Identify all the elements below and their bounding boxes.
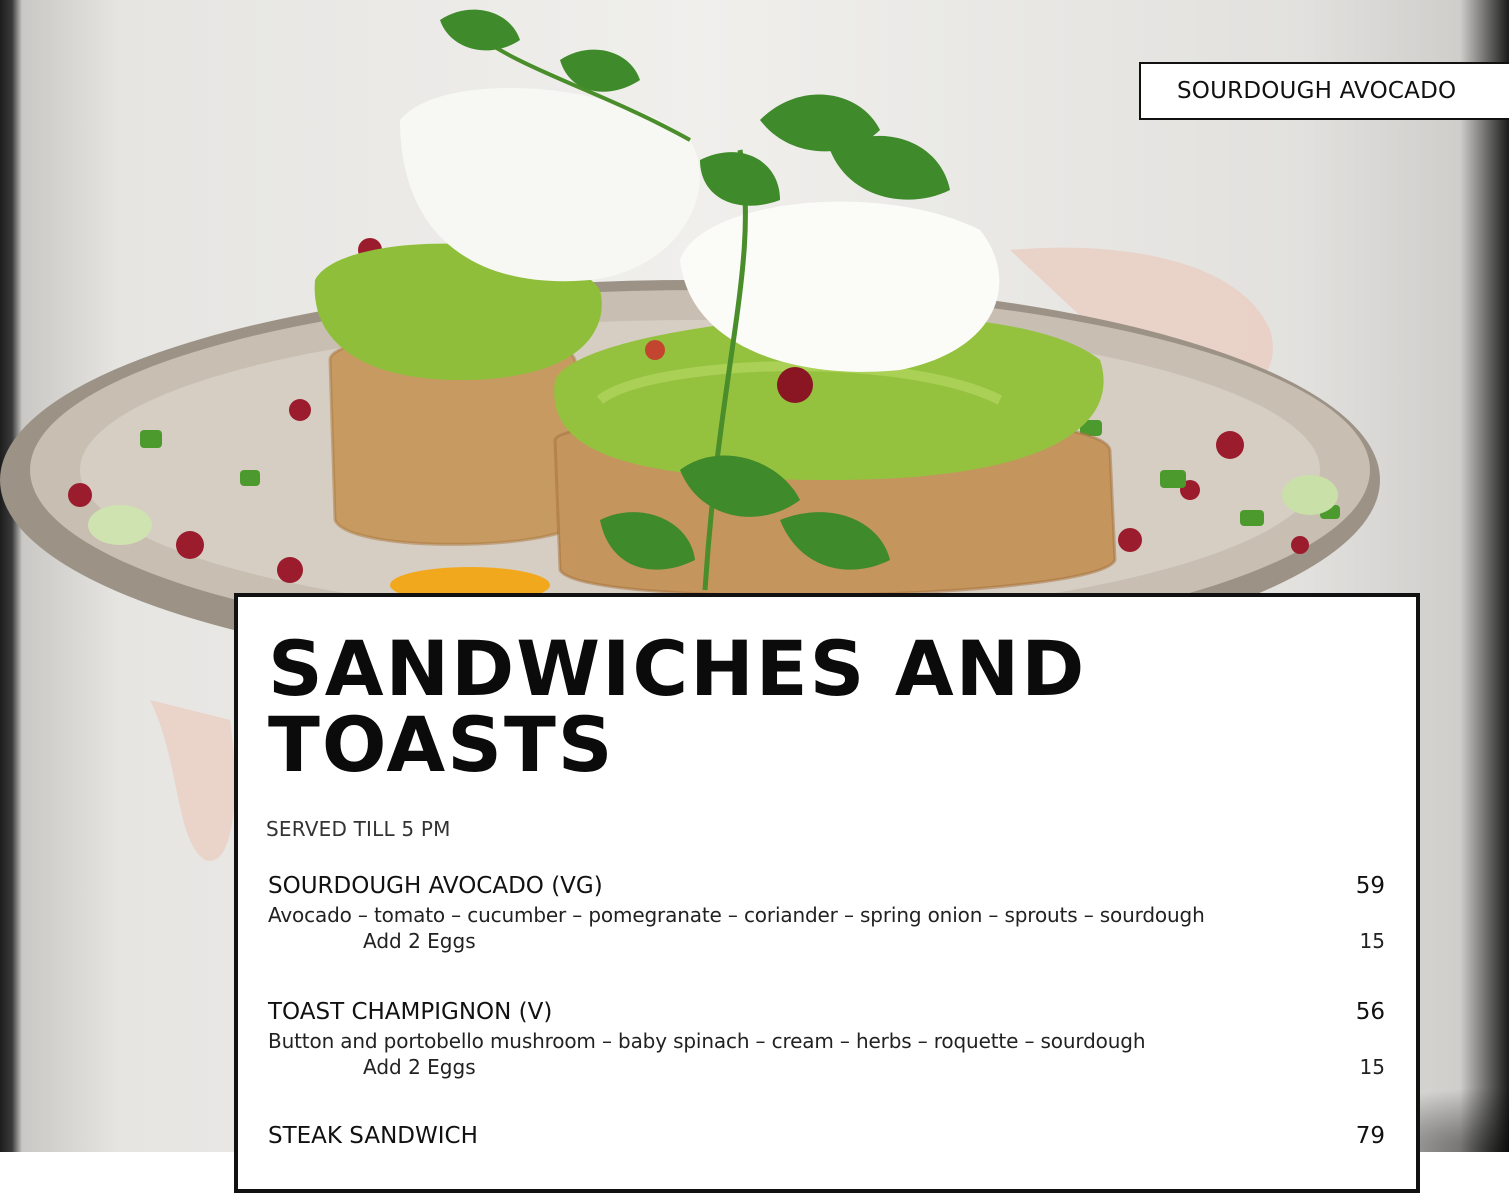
menu-item: SOURDOUGH AVOCADO (VG) 59 Avocado – toma… bbox=[268, 873, 1385, 953]
menu-item-price: 56 bbox=[1355, 999, 1385, 1025]
menu-item-name: TOAST CHAMPIGNON (V) bbox=[268, 999, 553, 1025]
menu-item-name: SOURDOUGH AVOCADO (VG) bbox=[268, 873, 603, 899]
addon-name: Add 2 Eggs bbox=[363, 929, 476, 953]
addon-price: 15 bbox=[1359, 929, 1385, 953]
menu-item-description: Avocado – tomato – cucumber – pomegranat… bbox=[268, 903, 1205, 927]
menu-item-price: 59 bbox=[1355, 873, 1385, 899]
addon-name: Add 2 Eggs bbox=[363, 1055, 476, 1079]
section-title-line2: TOASTS bbox=[268, 700, 615, 789]
serving-hours: SERVED TILL 5 PM bbox=[266, 817, 451, 841]
addon-price: 15 bbox=[1359, 1055, 1385, 1079]
menu-item-description: Button and portobello mushroom – baby sp… bbox=[268, 1029, 1146, 1053]
menu-item-name: STEAK SANDWICH bbox=[268, 1123, 478, 1149]
dish-name-tag: SOURDOUGH AVOCADO bbox=[1139, 62, 1509, 120]
section-title: SANDWICHES AND TOASTS bbox=[268, 631, 1268, 783]
menu-item-price: 79 bbox=[1355, 1123, 1385, 1149]
menu-card: SANDWICHES AND TOASTS SERVED TILL 5 PM S… bbox=[234, 593, 1420, 1193]
menu-item: STEAK SANDWICH 79 bbox=[268, 1123, 1385, 1149]
menu-item: TOAST CHAMPIGNON (V) 56 Button and porto… bbox=[268, 999, 1385, 1079]
